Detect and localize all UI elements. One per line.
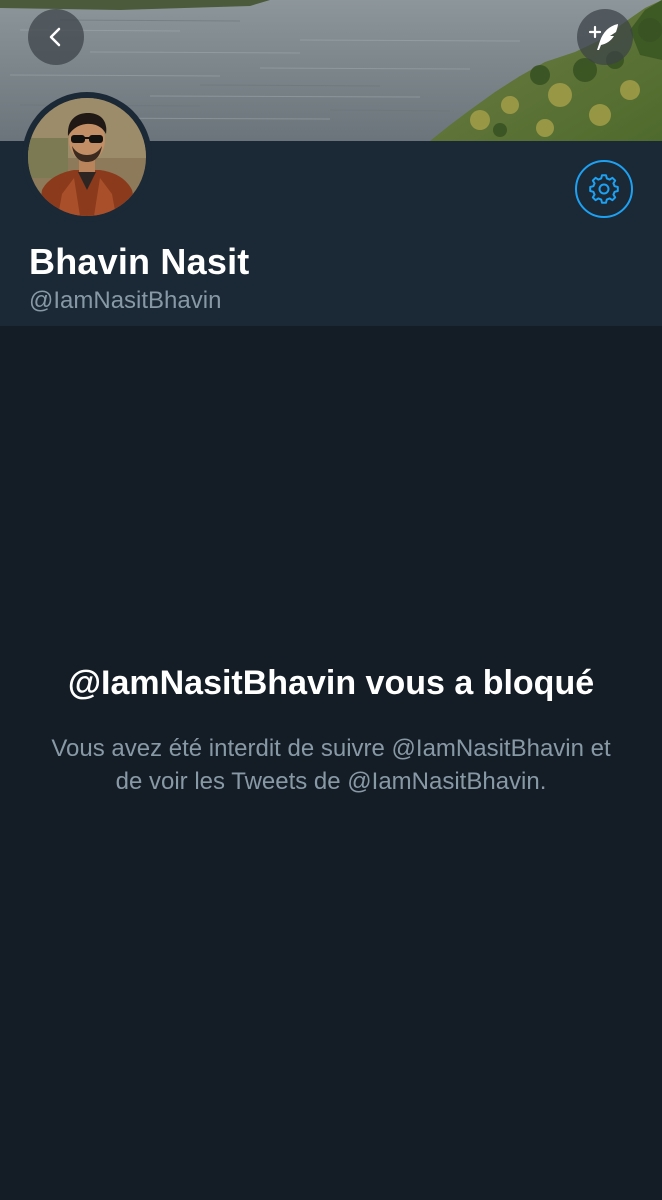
blocked-message: @IamNasitBhavin vous a bloqué Vous avez … xyxy=(40,660,622,798)
profile-display-name: Bhavin Nasit xyxy=(29,241,250,282)
profile-screen: Bhavin Nasit @IamNasitBhavin @IamNasitBh… xyxy=(0,0,662,1200)
avatar-image xyxy=(28,98,146,216)
compose-tweet-icon xyxy=(588,24,618,50)
avatar[interactable] xyxy=(22,92,152,222)
gear-icon xyxy=(589,174,619,204)
chevron-left-icon xyxy=(49,27,61,47)
blocked-description: Vous avez été interdit de suivre @IamNas… xyxy=(51,735,611,795)
blocked-title: @IamNasitBhavin vous a bloqué xyxy=(67,664,595,702)
profile-handle: @IamNasitBhavin xyxy=(29,287,222,314)
settings-button[interactable] xyxy=(575,160,633,218)
compose-tweet-button[interactable] xyxy=(577,9,633,65)
back-button[interactable] xyxy=(28,9,84,65)
